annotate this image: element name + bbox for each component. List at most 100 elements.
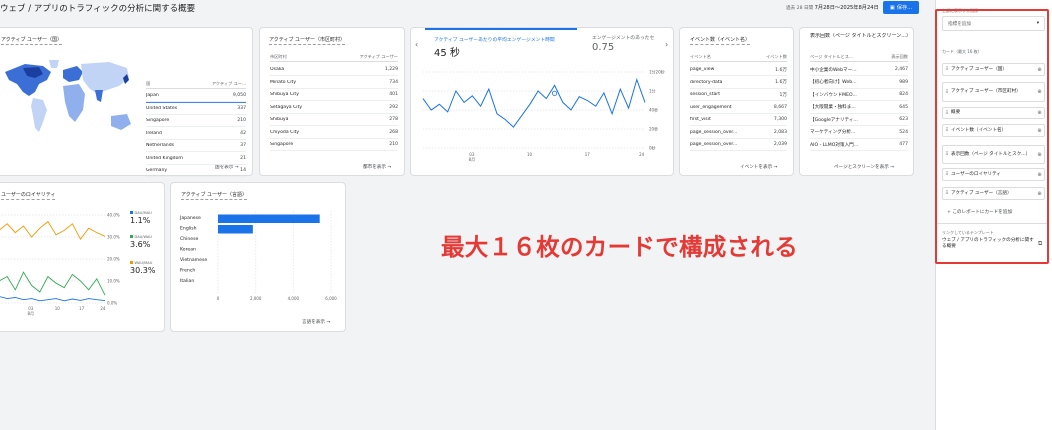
drag-handle-icon[interactable]: ⠿ bbox=[943, 191, 951, 196]
drag-handle-icon[interactable]: ⠿ bbox=[943, 128, 951, 133]
sidebar-card-item[interactable]: ⠿ ユーザーのロイヤリティ ⊕ bbox=[942, 168, 1045, 181]
view-cities-link[interactable]: 都市を表示 → bbox=[363, 164, 391, 170]
table-row[interactable]: AIO - LLMO対策入門... 477 bbox=[810, 139, 908, 151]
table-row[interactable]: Netherlands 37 bbox=[146, 140, 246, 152]
y-tick-label: 20.0% bbox=[107, 257, 120, 262]
table-row[interactable]: 【初心者向け】Web... 989 bbox=[810, 77, 908, 89]
world-map bbox=[5, 60, 131, 132]
bar[interactable] bbox=[218, 214, 320, 224]
table-row[interactable]: United Kingdom 21 bbox=[146, 153, 246, 165]
row-label: page_session_over... bbox=[690, 142, 738, 147]
sidebar-card-item[interactable]: ⠿ アクティブ ユーザー（言語） ⊕ bbox=[942, 187, 1045, 200]
category-label: Chinese bbox=[180, 236, 199, 242]
bar[interactable] bbox=[218, 225, 253, 234]
sidebar-card-item[interactable]: ⠿ 表示回数（ページ タイトルとスク...） ⊕ bbox=[942, 145, 1045, 164]
legend-name: WAU/MAU bbox=[134, 261, 153, 265]
row-value: 1.6万 bbox=[775, 67, 787, 73]
arrow-circle-icon[interactable]: ⊕ bbox=[1035, 89, 1044, 95]
table-row[interactable]: page_session_over... 2,083 bbox=[690, 127, 787, 139]
row-label: Germany bbox=[146, 168, 168, 173]
table-row[interactable]: マーケティング分析... 524 bbox=[810, 127, 908, 139]
table-row[interactable]: Japan 9,050 bbox=[146, 90, 246, 102]
row-value: 734 bbox=[389, 79, 398, 85]
sidebar-card-label: 表示回数（ページ タイトルとスク...） bbox=[951, 151, 1031, 157]
table-row[interactable]: Shibuya 278 bbox=[270, 114, 398, 126]
table-row[interactable]: Chiyoda City 268 bbox=[270, 127, 398, 139]
table-row[interactable]: Singapore 210 bbox=[270, 139, 398, 151]
arrow-right-icon: → bbox=[387, 165, 392, 170]
table-row[interactable]: Minato City 734 bbox=[270, 77, 398, 89]
row-value: 292 bbox=[389, 104, 398, 110]
legend-item: WAU/MAU 30.3% bbox=[130, 261, 164, 275]
table-row[interactable]: Ireland 42 bbox=[146, 128, 246, 140]
table-row[interactable]: 【大阪開業・独料ま... 645 bbox=[810, 102, 908, 114]
table-row[interactable]: directory-data 1.6万 bbox=[690, 77, 787, 89]
drag-handle-icon[interactable]: ⠿ bbox=[943, 90, 951, 95]
table-row[interactable]: 【Googleアナリティ... 623 bbox=[810, 114, 908, 126]
date-range[interactable]: 過去 28 日間 7月28日～2025年8月24日 bbox=[786, 4, 879, 11]
next-arrow-icon[interactable]: › bbox=[665, 40, 668, 49]
x-tick-label: 2,000 bbox=[250, 296, 262, 301]
drag-handle-icon[interactable]: ⠿ bbox=[943, 111, 951, 116]
language-bar-chart: 0 2,000 4,000 6,000 Japanese English Chinese Ko… bbox=[179, 211, 337, 301]
arrow-circle-icon[interactable]: ⊕ bbox=[1035, 191, 1044, 197]
data-point-marker[interactable] bbox=[551, 90, 558, 96]
table-row[interactable]: page_session_over... 2,039 bbox=[690, 139, 787, 151]
view-events-link[interactable]: イベントを表示 → bbox=[740, 164, 778, 170]
row-value: 14 bbox=[240, 168, 246, 173]
legend-swatch bbox=[130, 235, 133, 238]
save-button[interactable]: ▣ 保存... bbox=[883, 1, 919, 14]
table-row[interactable]: Osaka 1,229 bbox=[270, 64, 398, 76]
x-tick-label: 4,000 bbox=[288, 296, 300, 301]
drag-handle-icon[interactable]: ⠿ bbox=[943, 152, 951, 157]
table-row[interactable]: Shibuya City 401 bbox=[270, 89, 398, 101]
table-row[interactable]: session_start 1万 bbox=[690, 89, 787, 101]
row-label: 中小企業のWebマー... bbox=[810, 67, 857, 73]
sidebar-card-label: アクティブ ユーザー（国） bbox=[951, 66, 1007, 72]
row-value: 37 bbox=[240, 143, 246, 148]
category-label: Vietnamese bbox=[180, 257, 207, 263]
category-label: Japanese bbox=[179, 215, 201, 221]
save-label: 保存... bbox=[896, 5, 913, 11]
arrow-circle-icon[interactable]: ⊕ bbox=[1035, 152, 1044, 158]
sidebar-card-item[interactable]: ⠿ イベント数（イベント名） ⊕ bbox=[942, 124, 1045, 137]
row-label: Minato City bbox=[270, 79, 297, 85]
engagement-line-chart: 1分20秒1分40秒20秒0秒038月10 17 24 bbox=[422, 69, 665, 162]
arrow-circle-icon[interactable]: ⊕ bbox=[1035, 172, 1044, 178]
arrow-circle-icon[interactable]: ⊕ bbox=[1035, 128, 1044, 134]
table-row[interactable]: United States 337 bbox=[146, 103, 246, 115]
sidebar-card-label: アクティブ ユーザー（言語） bbox=[951, 190, 1012, 196]
metric-tab-active[interactable]: アクティブ ユーザーあたりの平均エンゲージメント時間 45 秒 bbox=[425, 28, 577, 59]
table-row[interactable]: Setagaya City 292 bbox=[270, 102, 398, 114]
sidebar-card-item[interactable]: ⠿ アクティブ ユーザー（市区町村） ⊕ bbox=[942, 82, 1045, 102]
arrow-circle-icon[interactable]: ⊕ bbox=[1035, 67, 1044, 73]
sidebar-card-item[interactable]: ⠿ アクティブ ユーザー（国） ⊕ bbox=[942, 63, 1045, 76]
table-row[interactable]: 中小企業のWebマー... 2,467 bbox=[810, 64, 908, 76]
arrow-circle-icon[interactable]: ⊕ bbox=[1035, 110, 1044, 116]
prev-arrow-icon[interactable]: ‹ bbox=[415, 40, 418, 49]
table-row[interactable]: Singapore 210 bbox=[146, 115, 246, 127]
sidebar-card-item[interactable]: ⠿ 概要 ⊕ bbox=[942, 107, 1045, 119]
table-row[interactable]: user_engagement 8,667 bbox=[690, 102, 787, 114]
category-label: Italian bbox=[180, 278, 194, 284]
drag-handle-icon[interactable]: ⠿ bbox=[943, 67, 951, 72]
table-row[interactable]: Germany 14 bbox=[146, 165, 246, 177]
row-value: 1.6万 bbox=[775, 80, 787, 85]
drag-handle-icon[interactable]: ⠿ bbox=[943, 172, 951, 177]
row-label: マーケティング分析... bbox=[810, 130, 856, 135]
view-languages-link[interactable]: 言語を表示 → bbox=[302, 319, 330, 325]
view-pages-link[interactable]: ページとスクリーンを表示 → bbox=[834, 164, 894, 170]
table-row[interactable]: page_view 1.6万 bbox=[690, 64, 787, 76]
table-header: 市区町村 アクティブ ユーザー bbox=[270, 54, 398, 62]
table-row[interactable]: 【インバウンドMEO... 824 bbox=[810, 89, 908, 101]
table-row[interactable]: first_visit 7,300 bbox=[690, 114, 787, 126]
row-value: 824 bbox=[899, 92, 908, 97]
legend-swatch bbox=[130, 211, 133, 214]
page-title: ウェブ / アプリのトラフィックの分析に関する概要 bbox=[0, 4, 196, 14]
sidebar-card-label: 概要 bbox=[951, 110, 961, 116]
row-label: Setagaya City bbox=[270, 104, 303, 110]
x-tick-label: 17 bbox=[585, 152, 591, 157]
arrow-right-icon: → bbox=[773, 165, 778, 170]
x-tick-label: 0 bbox=[217, 296, 220, 301]
loyalty-card: ユーザーのロイヤリティ 40.0% 30.0% 20.0% 10.0% 0.0% 03 8月… bbox=[0, 182, 165, 332]
